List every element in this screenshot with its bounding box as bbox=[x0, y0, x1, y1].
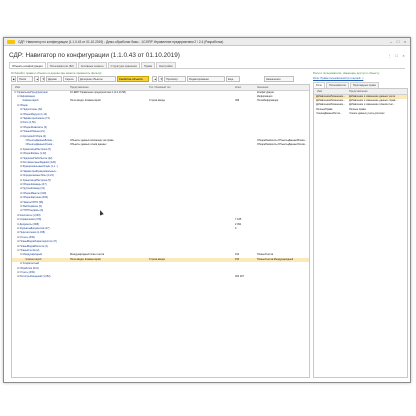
roles-table: Имя Представление ДобавлениеИзменение...… bbox=[313, 88, 408, 378]
tree-node-name: ОбъектыДанныхВлиян... bbox=[25, 138, 55, 142]
edit-button[interactable]: Редактирование bbox=[187, 76, 225, 82]
right-panel-title: Роли и пользователи, имеющие доступ к об… bbox=[313, 71, 380, 75]
tree-node-name: ФункциональныеОпции (1,1...) bbox=[22, 165, 58, 169]
tree-node-name: УправлениеПредприятием bbox=[16, 90, 48, 94]
window-controls: – □ × bbox=[387, 39, 408, 44]
play-button[interactable]: ▶ bbox=[11, 76, 16, 82]
app-logo-icon bbox=[7, 39, 15, 44]
config-tree-table: Имя Представление Тип / Базовый тип Ключ… bbox=[11, 84, 310, 378]
search-button[interactable]: Поиск bbox=[17, 76, 33, 82]
col-type[interactable]: Тип / Базовый тип bbox=[149, 86, 171, 89]
tree-node-name: ОбщиеМодули (1,12) bbox=[22, 112, 47, 116]
sort-down-button[interactable]: ▼ bbox=[158, 76, 163, 82]
tree-node-name: ПараметрыСеанса (73) bbox=[22, 116, 50, 120]
maximize-icon[interactable]: □ bbox=[395, 39, 401, 44]
move-down-button[interactable]: ▼ bbox=[40, 76, 45, 82]
table-row[interactable]: ⊞РегистрыСведений (1,052) 200 007 bbox=[12, 275, 309, 279]
view-button[interactable]: Просмотр bbox=[164, 76, 186, 82]
tree-node-name: РегламентныеЗадания (126) bbox=[22, 160, 56, 164]
hint-text: Отбирайте права и объекты в дереве (вы м… bbox=[11, 71, 102, 75]
child-objects-button[interactable]: Дочерние объекты bbox=[78, 76, 116, 82]
tree-node-name: ОбъектыДанныхОснов... bbox=[25, 143, 55, 147]
main-window: СДР: Навигатор по конфигурации (1.1.0.43… bbox=[3, 37, 411, 383]
object-properties-button[interactable]: Свойства объекта bbox=[117, 76, 149, 82]
tree-node-key: 200 007 bbox=[235, 275, 245, 279]
restore-icon[interactable]: □ bbox=[394, 53, 399, 58]
tree-node-name: ОпределяемыеТипы (4,21) bbox=[22, 174, 54, 178]
tree-node-name: ХранилищаНастроек (5) bbox=[22, 147, 51, 151]
tree-node-name: ОбщиеФормы (1,42) bbox=[22, 152, 47, 156]
role-name: ЧтениеДанныхРегла... bbox=[316, 112, 342, 116]
tree-node-name: HTTPСервисы (6) bbox=[22, 209, 44, 213]
col-presentation[interactable]: Представление bbox=[70, 86, 89, 89]
tree-node-name: ПакетыXDTO (96) bbox=[22, 200, 44, 204]
tree-node-name: Документы (368) bbox=[19, 222, 40, 226]
form-close-icon[interactable]: × bbox=[401, 53, 406, 58]
tree-node-name: Обработки (641) bbox=[19, 266, 39, 270]
tree-node-name: ГруппыКоманд (12) bbox=[22, 187, 45, 191]
assignments-button[interactable]: Назначения bbox=[264, 76, 294, 82]
tree-node-name: Роли (1,50) bbox=[22, 121, 36, 125]
hide-button[interactable]: Скрыть bbox=[63, 76, 77, 82]
tree-node-name: Хозрасчетный bbox=[22, 262, 40, 266]
tree-node-name: Отчеты (339) bbox=[19, 270, 35, 274]
title-bar: СДР: Навигатор по конфигурации (1.1.0.43… bbox=[4, 38, 410, 46]
tree-node: ⊞РегистрыСведений (1,052) bbox=[17, 275, 68, 279]
tree-node-name: Подсистемы (32) bbox=[22, 108, 43, 112]
header-icons: ⋮ □ × bbox=[385, 53, 406, 58]
tree-node-name: ОбщиеКоманды (47) bbox=[22, 182, 47, 186]
tree-node-name: ПланыОбмена (21) bbox=[22, 130, 45, 134]
tree-node-name: ОбщиеРеквизиты (9) bbox=[22, 125, 47, 129]
tree-node-name: Комментарий bbox=[25, 257, 42, 261]
more-button[interactable]: Еще bbox=[226, 76, 240, 82]
tree-node-name: ОбщиеМакеты (109) bbox=[22, 191, 47, 195]
tree-node-name: WebСервисы (6) bbox=[22, 204, 42, 208]
tree-node-name: Комментарий bbox=[22, 99, 39, 103]
tree-node-name: РегистрыСведений (1,052) bbox=[19, 275, 51, 279]
col-name[interactable]: Имя bbox=[15, 86, 20, 89]
tree-node-name: ПланыВидовХарактеристик (17) bbox=[19, 240, 57, 244]
right-panel: Роли и пользователи, имеющие доступ к об… bbox=[313, 71, 408, 378]
tab-divider bbox=[9, 68, 405, 69]
tree-node-name: ПланыВидовРасчета (4) bbox=[19, 244, 48, 248]
tree-node-name: Информация bbox=[19, 94, 35, 98]
toolbar: ▶ Поиск ▲ ▼ Дерево Скрыть Дочерние объек… bbox=[11, 76, 308, 82]
more-icon[interactable]: ⋮ bbox=[387, 53, 392, 58]
tree-node-name: Международный bbox=[22, 253, 42, 257]
tree-node-name: ОбщиеКартинки (300) bbox=[22, 196, 48, 200]
tree-node-name: Общие bbox=[19, 103, 28, 107]
move-up-button[interactable]: ▲ bbox=[34, 76, 39, 82]
col-value[interactable]: Значение bbox=[257, 86, 269, 89]
rp-col-name[interactable]: Имя bbox=[317, 90, 322, 93]
tree-node-name: ПланыСчетов (2) bbox=[19, 248, 40, 252]
rp-col-presentation[interactable]: Представление bbox=[349, 90, 368, 93]
col-key[interactable]: Ключ bbox=[235, 86, 241, 89]
close-icon[interactable]: × bbox=[402, 39, 408, 44]
tree-node-name: ПараметрыФункциональных... bbox=[22, 169, 58, 173]
tree-button[interactable]: Дерево bbox=[46, 76, 62, 82]
tree-node-name: ПодпискиНаСобытия (22) bbox=[22, 156, 53, 160]
tree-node-name: Справочники (379) bbox=[19, 218, 42, 222]
minimize-icon[interactable]: – bbox=[388, 39, 394, 44]
tree-node-name: ЖурналыДокументов (27) bbox=[19, 226, 50, 230]
tree-node-name: КритерииОтбора (4) bbox=[22, 134, 46, 138]
roles-link[interactable]: Роли: Права пользователей (в текущей...) bbox=[313, 77, 363, 80]
tree-node-name: Константы (1,093) bbox=[19, 213, 41, 217]
page-title: СДР: Навигатор по конфигурации (1.1.0.43… bbox=[9, 52, 180, 59]
tree-node-name: Отчеты (339) bbox=[19, 235, 35, 239]
window-title: СДР: Навигатор по конфигурации (1.1.0.43… bbox=[18, 39, 224, 44]
role-presentation: Чтение данных учета для всех bbox=[349, 112, 385, 116]
sort-up-button[interactable]: ▲ bbox=[152, 76, 157, 82]
list-item[interactable]: ЧтениеДанныхРегла... Чтение данных учета … bbox=[314, 112, 407, 116]
tree-node-name: ХранилищаНастроек (5) bbox=[22, 178, 51, 182]
tree-node-name: Перечисления (1,158) bbox=[19, 231, 46, 235]
